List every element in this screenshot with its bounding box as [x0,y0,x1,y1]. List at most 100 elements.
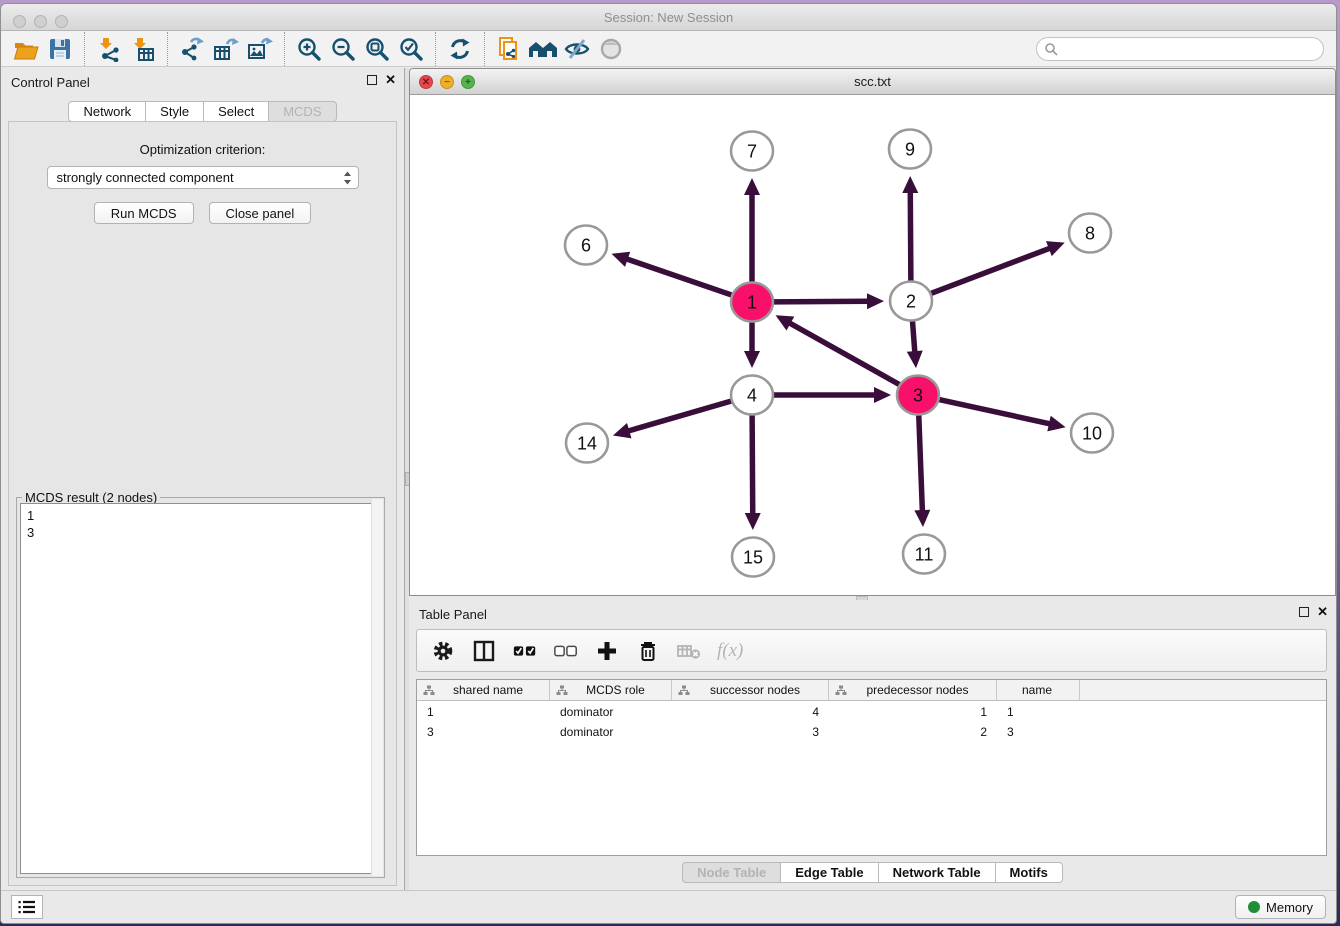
column-header-predecessor-nodes[interactable]: predecessor nodes [829,680,997,700]
graph-edge-arrowhead [907,351,923,369]
graph-edge-2-3[interactable] [913,322,915,353]
node-table[interactable]: shared name MCDS role successor nodes pr… [416,679,1327,856]
export-network-icon[interactable] [175,34,209,64]
cell-name[interactable]: 1 [997,705,1080,721]
toolbar-separator [435,32,436,66]
table-row[interactable]: 1 dominator 4 1 1 [417,705,1326,721]
graph-node-9[interactable]: 9 [889,130,931,169]
graph-edge-arrowhead [745,513,761,530]
graph-edge-1-6[interactable] [626,259,732,296]
graph-node-1[interactable]: 1 [731,283,773,322]
export-image-icon[interactable] [243,34,277,64]
hide-panels-eye-icon[interactable] [560,34,594,64]
zoom-out-icon[interactable] [326,34,360,64]
search-input[interactable] [1058,40,1323,58]
column-header-successor-nodes[interactable]: successor nodes [672,680,829,700]
graph-node-6[interactable]: 6 [565,226,607,265]
cell-shared-name[interactable]: 1 [417,705,550,721]
cell-predecessor-nodes[interactable]: 1 [829,705,997,721]
column-header-name[interactable]: name [997,680,1080,700]
export-table-icon[interactable] [209,34,243,64]
table-panel-title: Table Panel [419,607,487,622]
tab-network[interactable]: Network [68,101,146,122]
cell-name[interactable]: 3 [997,725,1080,741]
graph-edge-4-15[interactable] [752,416,753,515]
graph-edge-3-11[interactable] [919,416,923,512]
tab-mcds[interactable]: MCDS [269,101,336,122]
network-window-titlebar[interactable]: ✕ − + scc.txt [410,69,1335,95]
graph-edge-arrowhead [1047,416,1065,432]
close-table-panel-icon[interactable]: ✕ [1317,607,1328,617]
graph-node-8[interactable]: 8 [1069,214,1111,253]
delete-column-icon[interactable] [635,638,661,664]
graph-node-label: 6 [581,235,591,255]
result-scrollbar[interactable] [371,499,383,876]
graph-node-7[interactable]: 7 [731,132,773,171]
table-panel-tabs: Node Table Edge Table Network Table Moti… [409,862,1336,883]
graph-node-10[interactable]: 10 [1071,414,1113,453]
graph-edge-3-1[interactable] [789,323,900,385]
tab-motifs[interactable]: Motifs [996,862,1063,883]
task-history-button[interactable] [11,895,43,919]
network-canvas[interactable]: 7 9 6 8 1 2 4 3 14 10 15 11 [410,95,1335,595]
tab-network-table[interactable]: Network Table [879,862,996,883]
status-bar: Memory [1,890,1336,923]
column-header-mcds-role[interactable]: MCDS role [550,680,672,700]
cell-shared-name[interactable]: 3 [417,725,550,741]
graph-node-3[interactable]: 3 [897,376,939,415]
select-all-columns-icon[interactable] [512,638,538,664]
zoom-selected-icon[interactable] [394,34,428,64]
graph-node-11[interactable]: 11 [903,535,945,574]
float-panel-icon[interactable] [367,75,377,85]
cell-successor-nodes[interactable]: 4 [672,705,829,721]
criterion-dropdown[interactable]: strongly connected component [47,166,359,189]
graph-edge-2-8[interactable] [931,248,1051,294]
deselect-all-columns-icon[interactable] [553,638,579,664]
run-mcds-button[interactable]: Run MCDS [94,202,194,224]
column-layout-icon[interactable] [471,638,497,664]
memory-status-icon [1248,901,1260,913]
open-file-icon[interactable] [9,34,43,64]
table-row[interactable]: 3 dominator 3 2 3 [417,725,1326,741]
zoom-fit-icon[interactable] [360,34,394,64]
cell-mcds-role[interactable]: dominator [550,705,672,721]
tab-node-table[interactable]: Node Table [682,862,781,883]
memory-button[interactable]: Memory [1235,895,1326,919]
refresh-icon[interactable] [443,34,477,64]
graph-edge-4-14[interactable] [627,401,732,431]
import-table-icon[interactable] [126,34,160,64]
clone-network-icon[interactable] [492,34,526,64]
zoom-in-icon[interactable] [292,34,326,64]
close-panel-icon[interactable]: ✕ [385,75,396,85]
graph-edge-3-10[interactable] [939,399,1051,424]
graph-edge-arrowhead [874,387,891,403]
graph-node-4[interactable]: 4 [731,376,773,415]
graph-edge-arrowhead [744,351,760,368]
graph-edge-arrowhead [612,252,631,267]
close-panel-button[interactable]: Close panel [209,202,312,224]
tab-style[interactable]: Style [146,101,204,122]
control-panel-header: Control Panel ✕ [1,68,404,96]
graph-node-label: 1 [747,292,757,312]
graph-node-2[interactable]: 2 [890,282,932,321]
column-header-shared-name[interactable]: shared name [417,680,550,700]
graph-edge-arrowhead [902,176,918,193]
table-settings-icon[interactable] [430,638,456,664]
mcds-result-text[interactable]: 1 3 [20,503,381,874]
graph-node-14[interactable]: 14 [566,424,608,463]
tab-edge-table[interactable]: Edge Table [781,862,878,883]
graph-node-15[interactable]: 15 [732,538,774,577]
cell-successor-nodes[interactable]: 3 [672,725,829,741]
add-column-icon[interactable] [594,638,620,664]
show-home-panels-icon[interactable] [526,34,560,64]
search-box[interactable] [1036,37,1324,61]
graph-edge-1-2[interactable] [773,301,869,302]
cell-mcds-role[interactable]: dominator [550,725,672,741]
graph-edge-2-9[interactable] [910,191,911,280]
cell-predecessor-nodes[interactable]: 2 [829,725,997,741]
float-table-panel-icon[interactable] [1299,607,1309,617]
import-network-icon[interactable] [92,34,126,64]
tab-select[interactable]: Select [204,101,269,122]
save-session-icon[interactable] [43,34,77,64]
network-graph: 7 9 6 8 1 2 4 3 14 10 15 11 [410,95,1336,596]
